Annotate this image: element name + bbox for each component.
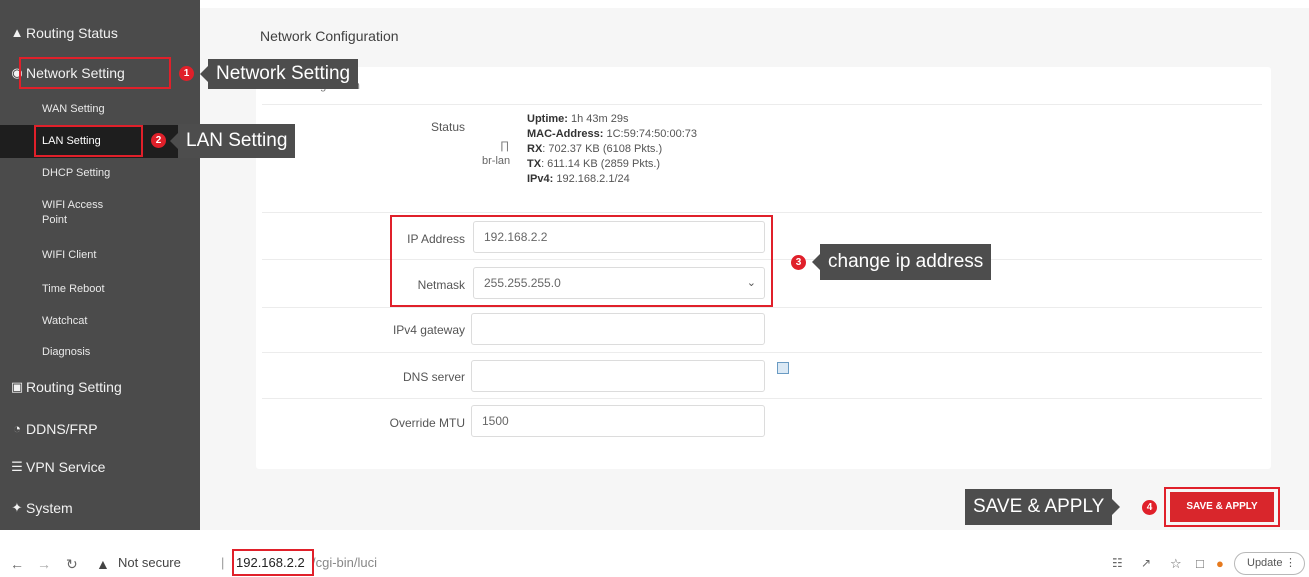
translate-icon[interactable]: ☷ xyxy=(1112,556,1123,570)
dns-input[interactable] xyxy=(471,360,765,392)
annotation-box-url xyxy=(232,549,314,576)
sidebar-item-label: WIFI Access xyxy=(42,199,104,211)
divider xyxy=(262,398,1262,399)
sidebar-item-label: System xyxy=(26,500,73,516)
tab-icon[interactable]: □ xyxy=(1196,556,1204,571)
annotation-box-network-setting xyxy=(19,57,171,89)
tx-line: TX: 611.14 KB (2859 Pkts.) xyxy=(527,158,661,170)
sidebar-item-routing-setting[interactable]: ▣ Routing Setting xyxy=(0,372,122,402)
sidebar-item-dhcp-setting[interactable]: DHCP Setting xyxy=(0,167,110,179)
callout-change-ip: change ip address xyxy=(811,244,992,280)
sidebar-item-vpn-service[interactable]: ☰ VPN Service xyxy=(0,452,105,482)
not-secure-label[interactable]: Not secure xyxy=(118,555,181,570)
sidebar-item-wifi-access-point[interactable]: WIFI Access Point xyxy=(0,198,103,228)
uptime-line: Uptime: 1h 43m 29s xyxy=(527,113,629,125)
add-dns-icon[interactable] xyxy=(777,362,789,374)
callout-network-setting: Network Setting xyxy=(199,59,359,89)
reload-icon[interactable]: ↻ xyxy=(66,556,78,573)
url-separator: | xyxy=(221,555,225,570)
step-badge-4: 4 xyxy=(1142,500,1157,515)
bookmark-star-icon[interactable]: ☆ xyxy=(1170,556,1182,572)
dns-label: DNS server xyxy=(402,370,465,384)
home-icon: ▲ xyxy=(10,25,24,40)
interface-name: br-lan xyxy=(482,155,511,167)
sidebar-item-label: Routing Setting xyxy=(26,379,122,395)
sidebar-item-time-reboot[interactable]: Time Reboot xyxy=(0,283,105,295)
sidebar-item-routing-status[interactable]: ▲ Routing Status xyxy=(0,18,118,48)
mtu-input[interactable]: 1500 xyxy=(471,405,765,437)
back-arrow-icon[interactable]: ← xyxy=(10,556,24,572)
step-badge-3: 3 xyxy=(791,255,806,270)
sidebar-item-label: Point xyxy=(42,214,68,226)
url-path[interactable]: /cgi-bin/luci xyxy=(312,555,377,570)
sidebar-item-label: Routing Status xyxy=(26,25,118,41)
network-interface-icon: ∏ xyxy=(500,140,510,152)
update-button[interactable]: Update ⋮ xyxy=(1234,552,1305,575)
divider xyxy=(262,212,1262,213)
gateway-label: IPv4 gateway xyxy=(392,323,465,337)
screen: ▲ Routing Status ◉ Network Setting WAN S… xyxy=(0,0,1309,577)
callout-save-apply: SAVE & APPLY xyxy=(965,489,1121,525)
sidebar-item-label: VPN Service xyxy=(26,459,106,475)
divider xyxy=(262,307,1262,308)
step-badge-2: 2 xyxy=(151,133,166,148)
divider xyxy=(262,104,1262,105)
forward-arrow-icon[interactable]: → xyxy=(37,556,51,572)
list-icon: ☰ xyxy=(11,459,23,474)
profile-icon[interactable]: ● xyxy=(1216,556,1224,571)
calendar-icon: ▣ xyxy=(10,379,24,394)
gateway-input[interactable] xyxy=(471,313,765,345)
sidebar-item-diagnosis[interactable]: Diagnosis xyxy=(0,346,90,358)
status-details: Uptime: 1h 43m 29s MAC-Address: 1C:59:74… xyxy=(527,112,697,187)
more-menu-icon: ⋮ xyxy=(1285,557,1296,569)
top-strip xyxy=(200,0,1309,8)
sidebar-item-wifi-client[interactable]: WIFI Client xyxy=(0,249,96,261)
status-label: Status xyxy=(430,120,465,134)
ipv4-line: IPv4: 192.168.2.1/24 xyxy=(527,173,630,185)
annotation-box-lan-setting xyxy=(34,125,143,157)
callout-lan-setting: LAN Setting xyxy=(169,124,296,158)
gauge-icon: ◔ xyxy=(13,421,21,436)
page-title: Network Configuration xyxy=(260,28,399,44)
warning-icon[interactable]: ▲ xyxy=(96,556,110,572)
divider xyxy=(262,352,1262,353)
share-icon[interactable]: ↗ xyxy=(1141,556,1151,570)
annotation-box-save-apply xyxy=(1164,487,1280,527)
sidebar-item-system[interactable]: ✦ System xyxy=(0,493,73,523)
sidebar-item-ddns-frp[interactable]: ◔ DDNS/FRP xyxy=(0,414,98,444)
update-label: Update xyxy=(1247,557,1283,569)
annotation-box-ip-netmask xyxy=(390,215,773,307)
mtu-label: Override MTU xyxy=(389,416,465,430)
sidebar-item-wan-setting[interactable]: WAN Setting xyxy=(0,103,105,115)
step-badge-1: 1 xyxy=(179,66,194,81)
sidebar-item-label: DDNS/FRP xyxy=(26,421,98,437)
tools-icon: ✦ xyxy=(11,500,23,515)
rx-line: RX: 702.37 KB (6108 Pkts.) xyxy=(527,143,663,155)
sidebar-item-watchcat[interactable]: Watchcat xyxy=(0,315,87,327)
mac-line: MAC-Address: 1C:59:74:50:00:73 xyxy=(527,128,697,140)
